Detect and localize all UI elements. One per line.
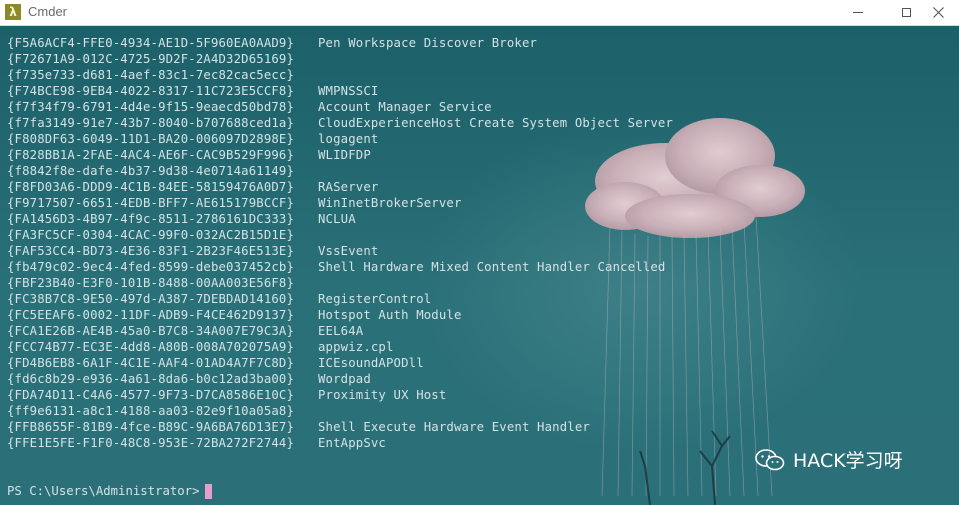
console-line: {f7fa3149-91e7-43b7-8040-b707688ced1a} Cl… <box>7 115 673 131</box>
minimize-button[interactable] <box>837 0 879 25</box>
clsid-text: {FFE1E5FE-F1F0-48C8-953E-72BA272F2744} <box>7 436 295 450</box>
service-name: WinInetBrokerServer <box>318 196 462 210</box>
console-line: {F9717507-6651-4EDB-BFF7-AE615179BCCF} Wi… <box>7 195 673 211</box>
lambda-icon: λ <box>5 4 21 20</box>
service-name: CloudExperienceHost Create System Object… <box>318 116 674 130</box>
console-line: {FFB8655F-81B9-4fce-B89C-9A6BA76D13E7} Sh… <box>7 419 673 435</box>
clsid-text: {FD4B6EB8-6A1F-4C1E-AAF4-01AD4A7F7C8D} <box>7 356 295 370</box>
console-line: {F808DF63-6049-11D1-BA20-006097D2898E} lo… <box>7 131 673 147</box>
clsid-text: {F8FD03A6-DDD9-4C1B-84EE-58159476A0D7} <box>7 180 295 194</box>
console-line: {FCC74B77-EC3E-4dd8-A80B-008A702075A9} ap… <box>7 339 673 355</box>
console-line: {F74BCE98-9EB4-4022-8317-11C723E5CCF8} WM… <box>7 83 673 99</box>
clsid-text: {FA1456D3-4B97-4f9c-8511-2786161DC333} <box>7 212 295 226</box>
clsid-text: {fb479c02-9ec4-4fed-8599-debe037452cb} <box>7 260 295 274</box>
prompt-text: PS C:\Users\Administrator> <box>7 484 200 498</box>
console-line: {f735e733-d681-4aef-83c1-7ec82cac5ecc} <box>7 67 673 83</box>
console-line: {fd6c8b29-e936-4a61-8da6-b0c12ad3ba00} Wo… <box>7 371 673 387</box>
maximize-icon <box>901 8 911 17</box>
watermark: HACK学习呀 <box>755 446 903 473</box>
wechat-icon <box>755 448 785 470</box>
minimize-icon <box>853 12 863 13</box>
console-line: {F828BB1A-2FAE-4AC4-AE6F-CAC9B529F996} WL… <box>7 147 673 163</box>
service-name: Wordpad <box>318 372 371 386</box>
console-line: {FA3FC5CF-0304-4CAC-99F0-032AC2B15D1E} <box>7 227 673 243</box>
clsid-text: {F74BCE98-9EB4-4022-8317-11C723E5CCF8} <box>7 84 295 98</box>
console-line: {FD4B6EB8-6A1F-4C1E-AAF4-01AD4A7F7C8D} IC… <box>7 355 673 371</box>
clsid-text: {FCA1E26B-AE4B-45a0-B7C8-34A007E79C3A} <box>7 324 295 338</box>
service-name: EEL64A <box>318 324 364 338</box>
service-name: Shell Execute Hardware Event Handler <box>318 420 590 434</box>
console-line: {ff9e6131-a8c1-4188-aa03-82e9f10a05a8} <box>7 403 673 419</box>
console-line: {FC38B7C8-9E50-497d-A387-7DEBDAD14160} Re… <box>7 291 673 307</box>
service-name: RegisterControl <box>318 292 432 306</box>
service-name: Shell Hardware Mixed Content Handler Can… <box>318 260 666 274</box>
console-line: {f8842f8e-dafe-4b37-9d38-4e0714a61149} <box>7 163 673 179</box>
service-name: appwiz.cpl <box>318 340 394 354</box>
clsid-text: {f7f34f79-6791-4d4e-9f15-9eaecd50bd78} <box>7 100 295 114</box>
console-line: {FCA1E26B-AE4B-45a0-B7C8-34A007E79C3A} EE… <box>7 323 673 339</box>
service-name: ICEsoundAPODll <box>318 356 424 370</box>
console-line: {FBF23B40-E3F0-101B-8488-00AA003E56F8} <box>7 275 673 291</box>
text-cursor <box>204 483 212 499</box>
service-name: Pen Workspace Discover Broker <box>318 36 538 50</box>
console-line: {F72671A9-012C-4725-9D2F-2A4D32D65169} <box>7 51 673 67</box>
service-name: EntAppSvc <box>318 436 386 450</box>
console-line: {f7f34f79-6791-4d4e-9f15-9eaecd50bd78} Ac… <box>7 99 673 115</box>
service-name: WLIDFDP <box>318 148 371 162</box>
clsid-text: {FBF23B40-E3F0-101B-8488-00AA003E56F8} <box>7 276 295 290</box>
service-name: RAServer <box>318 180 379 194</box>
close-button[interactable] <box>917 0 959 25</box>
clsid-text: {F5A6ACF4-FFE0-4934-AE1D-5F960EA0AAD9} <box>7 36 295 50</box>
clsid-text: {F808DF63-6049-11D1-BA20-006097D2898E} <box>7 132 295 146</box>
console-output: {F5A6ACF4-FFE0-4934-AE1D-5F960EA0AAD9} Pe… <box>7 35 673 451</box>
clsid-text: {FA3FC5CF-0304-4CAC-99F0-032AC2B15D1E} <box>7 228 295 242</box>
console-line: {fb479c02-9ec4-4fed-8599-debe037452cb} Sh… <box>7 259 673 275</box>
clsid-text: {ff9e6131-a8c1-4188-aa03-82e9f10a05a8} <box>7 404 295 418</box>
clsid-text: {F72671A9-012C-4725-9D2F-2A4D32D65169} <box>7 52 295 66</box>
clsid-text: {FC5EEAF6-0002-11DF-ADB9-F4CE462D9137} <box>7 308 295 322</box>
close-icon <box>932 7 944 18</box>
clsid-text: {FC38B7C8-9E50-497d-A387-7DEBDAD14160} <box>7 292 295 306</box>
clsid-text: {FFB8655F-81B9-4fce-B89C-9A6BA76D13E7} <box>7 420 295 434</box>
console-line: {FA1456D3-4B97-4f9c-8511-2786161DC333} NC… <box>7 211 673 227</box>
clsid-text: {FCC74B77-EC3E-4dd8-A80B-008A702075A9} <box>7 340 295 354</box>
clsid-text: {f735e733-d681-4aef-83c1-7ec82cac5ecc} <box>7 68 295 82</box>
service-name: VssEvent <box>318 244 379 258</box>
command-prompt[interactable]: PS C:\Users\Administrator> <box>7 483 212 499</box>
console-area[interactable]: {F5A6ACF4-FFE0-4934-AE1D-5F960EA0AAD9} Pe… <box>0 26 959 505</box>
clsid-text: {fd6c8b29-e936-4a61-8da6-b0c12ad3ba00} <box>7 372 295 386</box>
service-name: Account Manager Service <box>318 100 492 114</box>
watermark-text: HACK学习呀 <box>793 450 903 472</box>
window-title: Cmder <box>28 4 68 19</box>
clsid-text: {f8842f8e-dafe-4b37-9d38-4e0714a61149} <box>7 164 295 178</box>
service-name: Proximity UX Host <box>318 388 447 402</box>
console-line: {FC5EEAF6-0002-11DF-ADB9-F4CE462D9137} Ho… <box>7 307 673 323</box>
service-name: logagent <box>318 132 379 146</box>
console-line: {FFE1E5FE-F1F0-48C8-953E-72BA272F2744} En… <box>7 435 673 451</box>
service-name: NCLUA <box>318 212 356 226</box>
clsid-text: {FAF53CC4-BD73-4E36-83F1-2B23F46E513E} <box>7 244 295 258</box>
clsid-text: {FDA74D11-C4A6-4577-9F73-D7CA8586E10C} <box>7 388 295 402</box>
console-line: {F8FD03A6-DDD9-4C1B-84EE-58159476A0D7} RA… <box>7 179 673 195</box>
clsid-text: {F9717507-6651-4EDB-BFF7-AE615179BCCF} <box>7 196 295 210</box>
console-line: {FDA74D11-C4A6-4577-9F73-D7CA8586E10C} Pr… <box>7 387 673 403</box>
console-line: {FAF53CC4-BD73-4E36-83F1-2B23F46E513E} Vs… <box>7 243 673 259</box>
service-name: WMPNSSCI <box>318 84 379 98</box>
service-name: Hotspot Auth Module <box>318 308 462 322</box>
console-line: {F5A6ACF4-FFE0-4934-AE1D-5F960EA0AAD9} Pe… <box>7 35 673 51</box>
title-bar: λ Cmder <box>0 0 959 26</box>
clsid-text: {F828BB1A-2FAE-4AC4-AE6F-CAC9B529F996} <box>7 148 295 162</box>
clsid-text: {f7fa3149-91e7-43b7-8040-b707688ced1a} <box>7 116 295 130</box>
